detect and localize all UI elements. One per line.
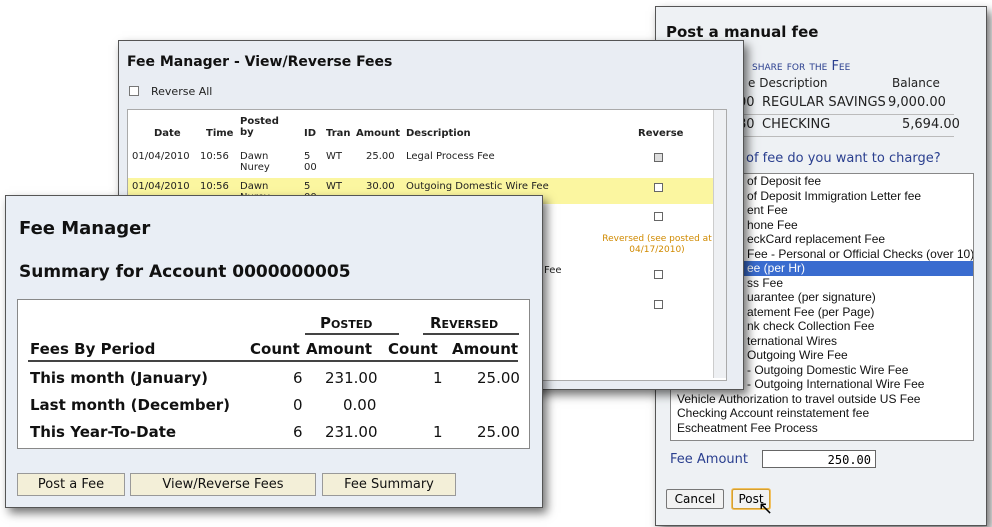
fee-option[interactable]: Escheatment Fee Process: [671, 421, 973, 436]
account-desc: REGULAR SAVINGS: [762, 95, 886, 110]
window-title: Fee Manager: [19, 218, 151, 239]
reverse-checkbox[interactable]: [654, 153, 663, 162]
row-amount: 25.00: [366, 151, 395, 162]
header-divider: [423, 333, 519, 335]
summary-title: Summary for Account 0000000005: [19, 262, 351, 282]
fee-summary-button[interactable]: Fee Summary: [322, 473, 456, 496]
row-description: Outgoing Domestic Wire Fee: [406, 181, 549, 192]
posted-count: 6: [293, 369, 303, 387]
reverse-checkbox[interactable]: [654, 183, 663, 192]
row-posted-by: Dawn Nurey: [240, 151, 270, 173]
col-amount: Amount: [356, 128, 401, 139]
posted-group-header: Posted: [320, 314, 373, 332]
mouse-pointer-icon: ↖: [758, 498, 774, 519]
row-tran: WT: [326, 151, 342, 162]
table-scrollbar[interactable]: [713, 110, 726, 378]
col-posted-by: Posted by: [240, 116, 279, 138]
col-reversed-count: Count: [388, 340, 438, 358]
row-time: 10:56: [200, 151, 229, 162]
fee-type-question: of fee do you want to charge?: [746, 151, 941, 166]
reversed-amount: 25.00: [477, 369, 520, 387]
summary-table: Posted Reversed Fees By Period Count Amo…: [17, 299, 530, 449]
col-description: e Description: [748, 76, 828, 90]
checkbox-icon[interactable]: [129, 86, 139, 96]
reverse-checkbox[interactable]: [654, 270, 663, 279]
account-balance: 5,694.00: [902, 117, 960, 132]
col-balance: Balance: [892, 76, 940, 90]
posted-count: 6: [293, 423, 303, 441]
row-date: 01/04/2010: [132, 151, 190, 162]
reverse-checkbox[interactable]: [654, 300, 663, 309]
fee-amount-input[interactable]: 250.00: [762, 450, 876, 468]
row-date: 01/04/2010: [132, 181, 190, 192]
fee-option[interactable]: Checking Account reinstatement fee: [671, 406, 973, 421]
posted-amount: 0.00: [343, 396, 377, 414]
row-tran: WT: [326, 181, 342, 192]
reversed-amount: 25.00: [477, 423, 520, 441]
col-date: Date: [154, 128, 181, 139]
posted-count: 0: [293, 396, 303, 414]
period-label: This Year-To-Date: [30, 423, 177, 441]
reversed-group-header: Reversed: [430, 314, 499, 332]
fee-summary-window: Fee Manager Summary for Account 00000000…: [5, 195, 543, 508]
posted-amount: 231.00: [325, 423, 378, 441]
col-tran: Tran: [326, 128, 351, 139]
cancel-button[interactable]: Cancel: [666, 489, 724, 509]
reversed-count: 1: [433, 423, 443, 441]
share-heading: share for the Fee: [752, 59, 851, 74]
post-a-fee-button[interactable]: Post a Fee: [17, 473, 125, 496]
view-reverse-fees-button[interactable]: View/Reverse Fees: [130, 473, 316, 496]
period-label: This month (January): [30, 369, 208, 387]
col-reversed-amount: Amount: [452, 340, 519, 358]
fee-option[interactable]: Vehicle Authorization to travel outside …: [671, 392, 973, 407]
header-divider: [305, 333, 399, 335]
col-fees-by-period: Fees By Period: [30, 340, 156, 358]
col-id: ID: [304, 128, 317, 139]
row-description: Legal Process Fee: [406, 151, 495, 162]
reversed-count: 1: [433, 369, 443, 387]
row-time: 10:56: [200, 181, 229, 192]
col-posted-count: Count: [250, 340, 300, 358]
period-label: Last month (December): [30, 396, 231, 414]
fee-amount-label: Fee Amount: [670, 452, 748, 467]
col-reverse: Reverse: [638, 128, 684, 139]
posted-amount: 231.00: [325, 369, 378, 387]
view-reverse-title: Fee Manager - View/Reverse Fees: [127, 54, 393, 70]
reversed-note: Reversed (see posted at 04/17/2010): [602, 234, 712, 255]
col-time: Time: [206, 128, 234, 139]
row-amount: 30.00: [366, 181, 395, 192]
reverse-all-checkbox[interactable]: Reverse All: [129, 85, 212, 98]
post-fee-title: Post a manual fee: [666, 23, 819, 41]
row-id: 5 00: [304, 151, 317, 173]
table-row[interactable]: 01/04/2010 10:56 Dawn Nurey 5 00 WT 25.0…: [128, 148, 718, 174]
col-description: Description: [406, 128, 471, 139]
header-underline: [28, 360, 518, 362]
col-posted-amount: Amount: [306, 340, 373, 358]
reverse-all-label: Reverse All: [151, 85, 213, 98]
account-balance: 9,000.00: [888, 95, 946, 110]
row-description-fragment: Fee: [544, 265, 562, 276]
reverse-checkbox[interactable]: [654, 212, 663, 221]
account-desc: CHECKING: [762, 117, 831, 132]
